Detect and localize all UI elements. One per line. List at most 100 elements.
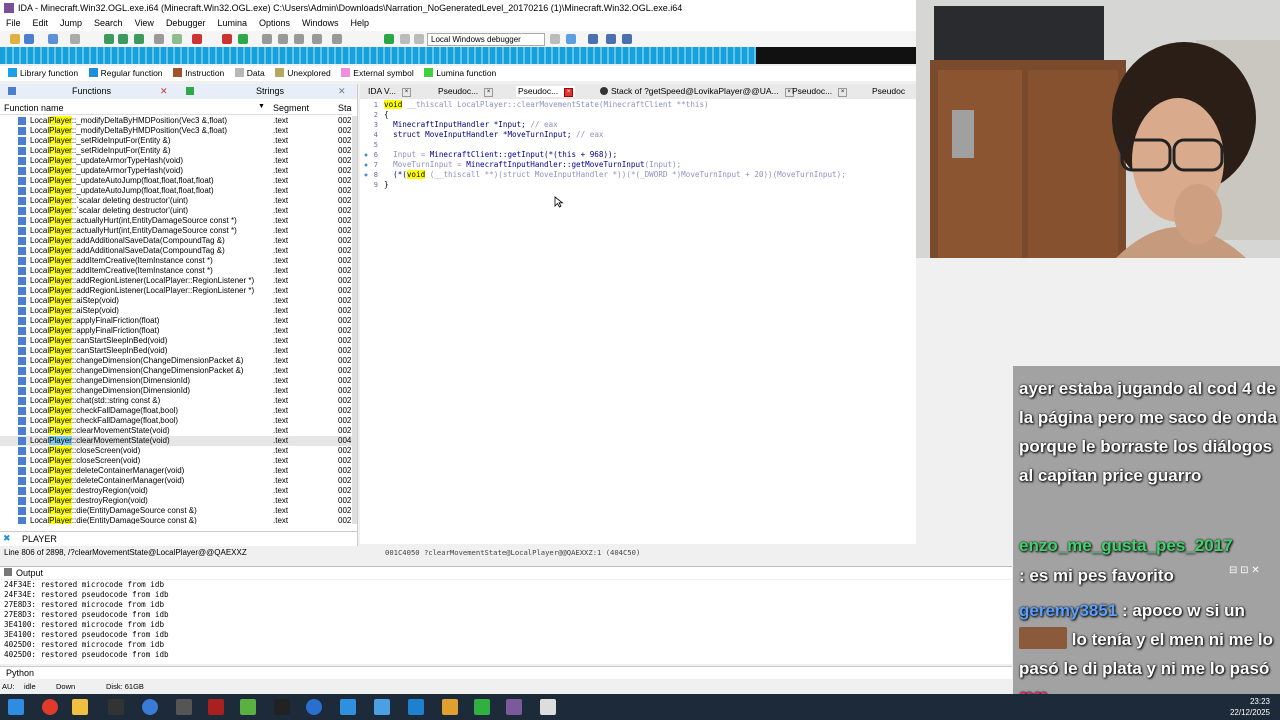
tab-stack[interactable]: Stack of ?getSpeed@LovikaPlayer@@UA... × [600,86,794,97]
close-icon[interactable]: × [838,88,848,97]
stop-icon[interactable] [222,34,232,44]
python-button[interactable]: Python [6,668,34,678]
menu-edit[interactable]: Edit [27,16,55,31]
function-row[interactable]: LocalPlayer::addRegionListener(LocalPlay… [0,276,352,286]
function-row[interactable]: LocalPlayer::deleteContainerManager(void… [0,476,352,486]
attach-icon[interactable] [550,34,560,44]
code-line-3[interactable]: MinecraftInputHandler *Input; // eax [384,120,558,129]
function-row[interactable]: LocalPlayer::_updateArmorTypeHash(void).… [0,156,352,166]
ida-taskbar-icon[interactable] [506,699,522,715]
function-row[interactable]: LocalPlayer::addItemCreative(ItemInstanc… [0,266,352,276]
menu-options[interactable]: Options [253,16,296,31]
enum-icon[interactable] [294,34,304,44]
strings-tab[interactable]: Strings [256,86,284,96]
forward-icon[interactable] [70,34,80,44]
back-icon[interactable] [48,34,58,44]
function-row[interactable]: LocalPlayer::_updateArmorTypeHash(void).… [0,166,352,176]
function-row[interactable]: LocalPlayer::canStartSleepInBed(void) .te… [0,336,352,346]
open-icon[interactable] [10,34,20,44]
function-row[interactable]: LocalPlayer::_updateAutoJump(float,float… [0,186,352,196]
calculator-icon[interactable] [108,699,124,715]
window-icon[interactable] [540,699,556,715]
run-icon[interactable] [238,34,248,44]
function-row[interactable]: LocalPlayer::chat(std::string const &) .t… [0,396,352,406]
jump-icon[interactable] [172,34,182,44]
function-row[interactable]: LocalPlayer::clearMovementState(void) .te… [0,426,352,436]
function-row[interactable]: LocalPlayer::canStartSleepInBed(void) .te… [0,346,352,356]
col-segment[interactable]: Segment [273,103,309,113]
save-icon[interactable] [24,34,34,44]
function-row[interactable]: LocalPlayer::deleteContainerManager(void… [0,466,352,476]
function-row[interactable]: LocalPlayer::closeScreen(void) .text 002 [0,456,352,466]
tab-pseudocode-active[interactable]: Pseudoc... × [516,86,576,97]
output-log[interactable]: 24F34E: restored microcode from idb 24F3… [0,580,1012,664]
close-icon[interactable]: ✕ [160,86,168,97]
function-row[interactable]: LocalPlayer::addItemCreative(ItemInstanc… [0,256,352,266]
tab-pseudocode-3[interactable]: Pseudoc... × [792,86,848,97]
names-icon[interactable] [312,34,322,44]
function-row[interactable]: LocalPlayer::changeDimension(DimensionId… [0,386,352,396]
code-line-4[interactable]: struct MoveInputHandler *MoveTurnInput; … [384,130,603,139]
code-line-2[interactable]: { [384,110,389,119]
col-function-name[interactable]: Function name [4,103,64,113]
function-row[interactable]: LocalPlayer::addRegionListener(LocalPlay… [0,286,352,296]
function-row[interactable]: LocalPlayer::`scalar deleting destructor… [0,206,352,216]
chrome-icon[interactable] [42,699,58,715]
desktop-icon[interactable] [606,34,616,44]
menu-help[interactable]: Help [345,16,376,31]
close-filter-icon[interactable]: ✖ [3,533,11,544]
xrefs-icon[interactable] [134,34,144,44]
pseudocode-view[interactable]: 1 2 3 4 5 6 7 8 9 void __thiscall LocalP… [360,99,916,544]
function-row[interactable]: LocalPlayer::changeDimension(ChangeDimen… [0,356,352,366]
col-start[interactable]: Sta [338,103,352,113]
browser-icon[interactable] [306,699,322,715]
close-icon[interactable]: × [564,88,574,97]
filter-input[interactable]: PLAYER [22,534,57,544]
breakpoint-icon[interactable] [332,34,342,44]
function-row[interactable]: LocalPlayer::applyFinalFriction(float) .t… [0,316,352,326]
navigation-band[interactable] [0,47,916,64]
clock[interactable]: 23:23 22/12/2025 [1230,696,1270,718]
functions-scrollbar[interactable] [352,116,357,524]
steam-icon[interactable] [142,699,158,715]
function-row[interactable]: LocalPlayer::_updateAutoJump(float,float… [0,176,352,186]
notepad-icon[interactable] [240,699,256,715]
code-line-9[interactable]: } [384,180,389,189]
hex-icon[interactable] [154,34,164,44]
tab-ida-view[interactable]: IDA V... × [368,86,412,97]
menu-lumina[interactable]: Lumina [211,16,253,31]
function-row[interactable]: LocalPlayer::checkFallDamage(float,bool)… [0,406,352,416]
refresh-icon[interactable] [566,34,576,44]
photos-icon[interactable] [340,699,356,715]
code-line-8[interactable]: (*(void (__thiscall **)(struct MoveInput… [384,170,846,179]
menu-windows[interactable]: Windows [296,16,345,31]
menu-jump[interactable]: Jump [54,16,88,31]
chat-window-controls[interactable]: ⊟ ⊡ ✕ [1229,565,1260,576]
settings-icon[interactable] [374,699,390,715]
function-row[interactable]: LocalPlayer::changeDimension(DimensionId… [0,376,352,386]
function-row[interactable]: LocalPlayer::clearMovementState(void) .te… [0,436,352,446]
rider-icon[interactable] [474,699,490,715]
function-row[interactable]: LocalPlayer::checkFallDamage(float,bool)… [0,416,352,426]
pause-icon[interactable] [400,34,410,44]
function-row[interactable]: LocalPlayer::die(EntityDamageSource cons… [0,516,352,524]
layout-icon[interactable] [588,34,598,44]
function-row[interactable]: LocalPlayer::_setRideInputFor(Entity &).… [0,136,352,146]
code-line-1[interactable]: void __thiscall LocalPlayer::clearMoveme… [384,100,709,109]
function-row[interactable]: LocalPlayer::aiStep(void) .text 002 [0,306,352,316]
menu-view[interactable]: View [129,16,160,31]
code-line-6[interactable]: Input = MinecraftClient::getInput(*(this… [384,150,617,159]
proximity-icon[interactable] [118,34,128,44]
segment-icon[interactable] [262,34,272,44]
spider-icon[interactable] [176,699,192,715]
function-row[interactable]: LocalPlayer::actuallyHurt(int,EntityDama… [0,226,352,236]
tab-pseudocode-4[interactable]: Pseudoc [872,86,905,96]
function-row[interactable]: LocalPlayer::destroyRegion(void) .text 002 [0,496,352,506]
function-row[interactable]: LocalPlayer::actuallyHurt(int,EntityDama… [0,216,352,226]
tab-pseudocode-1[interactable]: Pseudoc... × [438,86,494,97]
stop-debug-icon[interactable] [414,34,424,44]
function-row[interactable]: LocalPlayer::`scalar deleting destructor… [0,196,352,206]
close-icon[interactable]: ✕ [338,86,346,97]
function-row[interactable]: LocalPlayer::addAdditionalSaveData(Compo… [0,246,352,256]
menu-debugger[interactable]: Debugger [160,16,212,31]
